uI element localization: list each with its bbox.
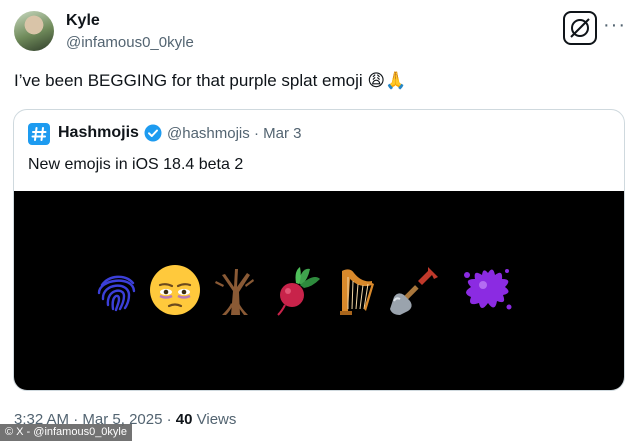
grok-button[interactable] — [563, 11, 597, 45]
quoted-tweet-card[interactable]: Hashmojis @hashmojis · Mar 3 New emojis … — [13, 109, 625, 391]
media-image[interactable] — [14, 191, 624, 390]
meta-separator: · — [253, 125, 259, 142]
more-dots-icon: ··· — [603, 14, 626, 36]
quoted-author-name[interactable]: Hashmojis — [58, 124, 139, 142]
face-with-bags-under-eyes-icon — [150, 265, 200, 315]
verified-badge-icon — [144, 124, 162, 142]
quoted-meta: @hashmojis · Mar 3 — [167, 125, 301, 142]
fingerprint-icon — [97, 275, 136, 312]
purple-splatter-icon — [464, 269, 512, 310]
quoted-author-handle[interactable]: @hashmojis — [167, 125, 250, 142]
root-vegetable-icon — [277, 267, 320, 316]
author-handle[interactable]: @infamous0_0kyle — [66, 34, 194, 51]
grok-icon — [570, 18, 590, 38]
tweet-text: I’ve been BEGGING for that purple splat … — [14, 71, 407, 90]
watermark: © X - @infamous0_0kyle — [0, 424, 132, 441]
hashmojis-logo-icon — [28, 123, 50, 145]
quoted-text: New emojis in iOS 18.4 beta 2 — [28, 156, 244, 173]
leafless-tree-icon — [215, 269, 254, 315]
author-name[interactable]: Kyle — [66, 12, 100, 30]
views-label: Views — [196, 411, 237, 428]
views-count: 40 — [175, 411, 193, 428]
quoted-date[interactable]: Mar 3 — [263, 125, 301, 142]
harp-icon — [340, 269, 374, 315]
meta-separator: · — [166, 411, 172, 428]
more-options-button[interactable]: ··· — [603, 15, 626, 35]
shovel-icon — [390, 267, 438, 315]
avatar[interactable] — [14, 11, 54, 51]
